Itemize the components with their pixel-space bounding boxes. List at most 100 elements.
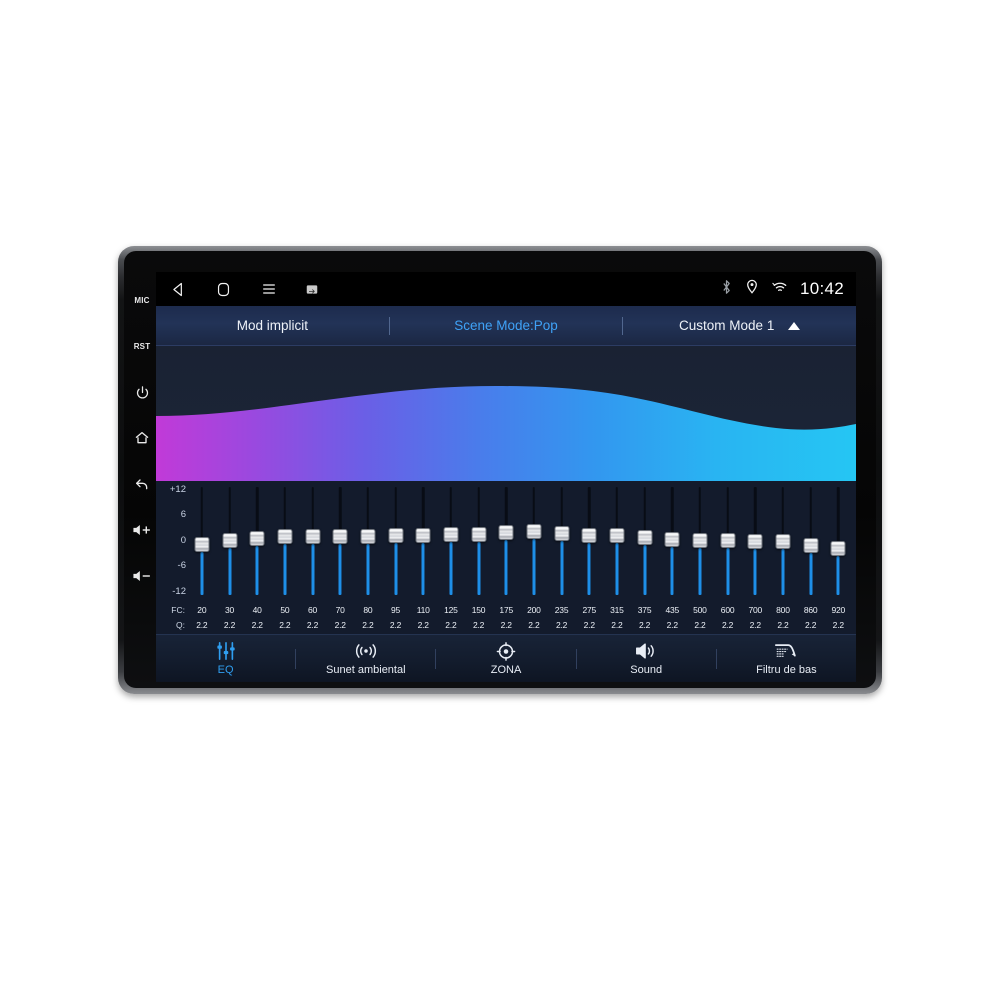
- eq-band-slider[interactable]: [216, 487, 244, 595]
- eq-band-slider[interactable]: [714, 487, 742, 595]
- eq-slider-fill: [394, 543, 398, 595]
- eq-band-slider[interactable]: [741, 487, 769, 595]
- eq-slider-knob[interactable]: [720, 533, 736, 549]
- tab-zone-label: ZONA: [490, 664, 522, 676]
- android-screenshot-icon[interactable]: [306, 284, 318, 295]
- eq-slider-knob[interactable]: [305, 529, 321, 545]
- eq-curve-area: [156, 386, 856, 481]
- eq-band-slider[interactable]: [243, 487, 271, 595]
- eq-band-slider[interactable]: [631, 487, 659, 595]
- eq-slider-knob[interactable]: [332, 529, 348, 544]
- eq-q-values: 2.2 2.2 2.2 2.2 2.2 2.2 2.2 2.2 2.2 2.2 2.2 2.2 2.2 2…: [188, 620, 852, 630]
- eq-fc-value: 80: [363, 604, 373, 615]
- chevron-up-icon[interactable]: [788, 321, 801, 330]
- eq-slider-knob[interactable]: [222, 532, 237, 548]
- eq-band-slider[interactable]: [354, 487, 382, 595]
- eq-fc-value: 50: [280, 604, 290, 615]
- eq-slider-knob[interactable]: [581, 527, 597, 543]
- bass-filter-icon: [774, 641, 798, 661]
- eq-slider-knob[interactable]: [498, 525, 514, 541]
- eq-fc-value: 275: [582, 604, 597, 615]
- axis-label-minus12: -12: [172, 586, 186, 597]
- eq-fc-value: 500: [693, 604, 707, 615]
- mode-custom-button[interactable]: Custom Mode 1: [623, 318, 856, 333]
- eq-q-row: Q: 2.2 2.2 2.2 2.2 2.2 2.2 2.2 2.2 2.2 2.2 2.2 2.2 2…: [156, 617, 852, 632]
- android-back-icon[interactable]: [170, 281, 187, 298]
- tab-eq-label: EQ: [217, 664, 234, 676]
- eq-band-slider[interactable]: [548, 487, 576, 595]
- eq-band-slider[interactable]: [465, 487, 493, 595]
- mode-scene-button[interactable]: Scene Mode:Pop: [390, 318, 623, 333]
- eq-band-slider[interactable]: [686, 487, 714, 595]
- eq-slider-knob[interactable]: [277, 529, 293, 545]
- eq-band-slider[interactable]: [326, 487, 354, 595]
- tab-sound-label: Sound: [630, 664, 663, 676]
- eq-slider-knob[interactable]: [830, 541, 846, 557]
- eq-slider-knob[interactable]: [609, 528, 625, 544]
- eq-slider-knob[interactable]: [526, 523, 542, 539]
- eq-band-slider[interactable]: [658, 487, 686, 595]
- tab-bass-filter-label: Filtru de bas: [756, 664, 817, 676]
- eq-band-slider[interactable]: [382, 487, 410, 595]
- eq-band-slider[interactable]: [188, 487, 216, 595]
- speaker-icon: [634, 641, 658, 661]
- eq-band-slider[interactable]: [824, 487, 852, 595]
- eq-mode-bar: Mod implicit Scene Mode:Pop Custom Mode …: [156, 306, 856, 346]
- eq-fc-value: 200: [527, 604, 541, 615]
- eq-slider-fill: [809, 553, 813, 595]
- eq-q-value: 2.2: [362, 619, 374, 630]
- touchscreen: 10:42 Mod implicit Scene Mode:Pop Custom…: [156, 272, 856, 682]
- tab-eq[interactable]: EQ: [156, 635, 295, 682]
- eq-q-value: 2.2: [306, 619, 319, 630]
- eq-slider-knob[interactable]: [388, 528, 404, 544]
- eq-band-slider[interactable]: [409, 487, 437, 595]
- eq-fc-value: 800: [776, 604, 790, 615]
- tab-bass-filter[interactable]: Filtru de bas: [717, 635, 856, 682]
- eq-slider-knob[interactable]: [554, 526, 570, 542]
- eq-band-slider[interactable]: [271, 487, 299, 595]
- tab-sound[interactable]: Sound: [577, 635, 716, 682]
- eq-band-slider[interactable]: [769, 487, 797, 595]
- eq-band-label-rows: FC: 20 30 40 50 60 70 80 95 110 125 150 175 200 235 27…: [156, 602, 852, 632]
- eq-slider-knob[interactable]: [360, 528, 376, 544]
- eq-band-slider[interactable]: [492, 487, 520, 595]
- eq-fc-value: 70: [335, 604, 345, 615]
- eq-q-value: 2.2: [223, 619, 236, 630]
- eq-slider-knob[interactable]: [692, 532, 708, 548]
- eq-slider-knob[interactable]: [803, 538, 819, 554]
- eq-band-slider[interactable]: [299, 487, 327, 595]
- tab-surround[interactable]: Sunet ambiental: [296, 635, 435, 682]
- status-bar-clock: 10:42: [799, 279, 844, 298]
- eq-q-value: 2.2: [279, 619, 291, 630]
- eq-slider-knob[interactable]: [775, 534, 791, 550]
- eq-fc-value: 315: [610, 604, 624, 615]
- eq-band-slider[interactable]: [603, 487, 631, 595]
- eq-slider-knob[interactable]: [194, 537, 210, 553]
- eq-slider-knob[interactable]: [747, 533, 763, 549]
- eq-slider-knob[interactable]: [443, 527, 459, 543]
- mode-default-label: Mod implicit: [236, 318, 308, 333]
- android-status-bar: 10:42: [156, 272, 856, 306]
- eq-slider-knob[interactable]: [415, 527, 431, 543]
- eq-band-slider[interactable]: [575, 487, 603, 595]
- eq-slider-knob[interactable]: [471, 526, 487, 542]
- eq-q-value: 2.2: [417, 619, 429, 630]
- eq-gain-axis: +12 6 0 -6 -12: [160, 484, 188, 597]
- eq-slider-fill: [200, 552, 204, 595]
- eq-slider-knob[interactable]: [637, 530, 653, 546]
- eq-fc-value: 40: [252, 604, 262, 615]
- eq-band-slider[interactable]: [437, 487, 465, 595]
- axis-label-plus12: +12: [169, 484, 186, 495]
- mode-default-button[interactable]: Mod implicit: [156, 318, 389, 333]
- eq-q-value: 2.2: [777, 619, 789, 630]
- eq-band-slider[interactable]: [797, 487, 825, 595]
- eq-q-value: 2.2: [528, 619, 540, 630]
- android-nav-icons: [170, 281, 318, 298]
- eq-slider-knob[interactable]: [664, 531, 680, 547]
- android-home-icon[interactable]: [215, 281, 232, 298]
- eq-slider-knob[interactable]: [249, 531, 265, 547]
- tab-zone[interactable]: ZONA: [436, 635, 575, 682]
- eq-band-slider[interactable]: [520, 487, 548, 595]
- android-menu-icon[interactable]: [260, 281, 278, 297]
- eq-slider-fill: [532, 538, 536, 595]
